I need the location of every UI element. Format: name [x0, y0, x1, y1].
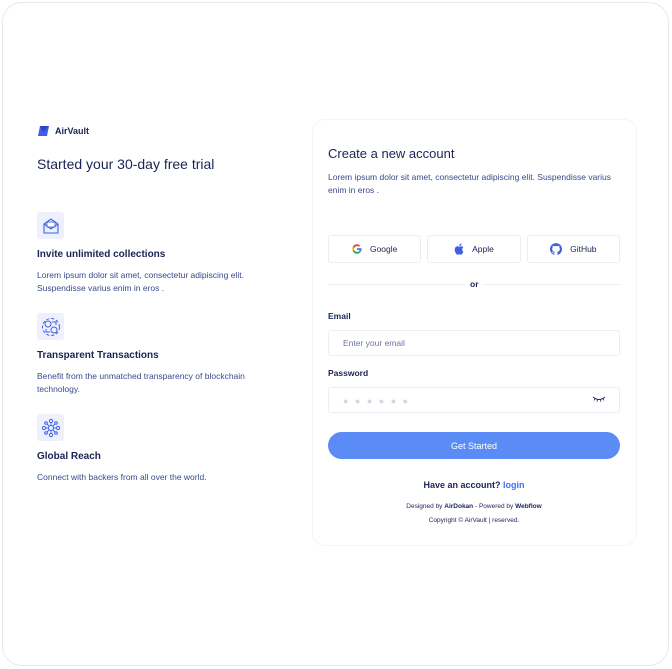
- brand-name: AirVault: [55, 126, 90, 136]
- feature-desc: Benefit from the unmatched transparency …: [37, 371, 245, 394]
- network-icon: [37, 414, 64, 441]
- feature-desc: Lorem ipsum dolor sit amet, consectetur …: [37, 270, 244, 293]
- feature-title: Transparent Transactions: [37, 350, 159, 361]
- email-field[interactable]: [328, 330, 620, 356]
- trial-heading: Started your 30-day free trial: [37, 156, 215, 172]
- github-label: GitHub: [570, 244, 597, 254]
- feature-title: Invite unlimited collections: [37, 249, 166, 260]
- credits-line: Designed by AirDokan - Powered by Webflo…: [328, 503, 620, 510]
- github-icon: [550, 243, 563, 255]
- feature-item: Transparent Transactions Benefit from th…: [37, 313, 277, 396]
- feature-title: Global Reach: [37, 451, 101, 462]
- form-description: Lorem ipsum dolor sit amet, consectetur …: [328, 172, 611, 195]
- powered-by-prefix: - Powered by: [474, 503, 514, 510]
- have-account-text: Have an account? login: [328, 480, 620, 490]
- feature-item: Global Reach Connect with backers from a…: [37, 414, 277, 484]
- exchange-icon: [37, 313, 64, 340]
- get-started-button[interactable]: Get Started: [328, 432, 620, 459]
- brand[interactable]: AirVault: [37, 125, 89, 137]
- login-link[interactable]: login: [503, 480, 525, 490]
- designer-link[interactable]: AirDokan: [444, 503, 473, 510]
- google-icon: [352, 244, 362, 254]
- feature-item: Invite unlimited collections Lorem ipsum…: [37, 212, 277, 295]
- google-button[interactable]: Google: [328, 235, 422, 263]
- envelope-icon: [37, 212, 64, 239]
- apple-button[interactable]: Apple: [427, 235, 521, 263]
- apple-label: Apple: [472, 244, 494, 254]
- feature-desc: Connect with backers from all over the w…: [37, 472, 207, 482]
- google-label: Google: [369, 244, 398, 254]
- designed-by-prefix: Designed by: [406, 503, 443, 510]
- copyright-text: Copyright © AirVault | reserved.: [428, 517, 520, 524]
- airvault-logo-icon: [38, 126, 49, 136]
- eye-closed-icon[interactable]: [592, 395, 606, 403]
- platform-link[interactable]: Webflow: [515, 503, 542, 510]
- password-mask: ● ● ● ● ● ●: [343, 396, 411, 406]
- email-label: Email: [328, 311, 351, 321]
- apple-icon: [454, 243, 464, 255]
- password-label: Password: [328, 368, 369, 378]
- social-login-row: Google Apple GitHub: [328, 235, 620, 263]
- divider-or-text: or: [465, 279, 484, 289]
- form-title: Create a new account: [328, 146, 455, 161]
- have-account-label: Have an account?: [423, 480, 501, 490]
- github-button[interactable]: GitHub: [526, 235, 620, 263]
